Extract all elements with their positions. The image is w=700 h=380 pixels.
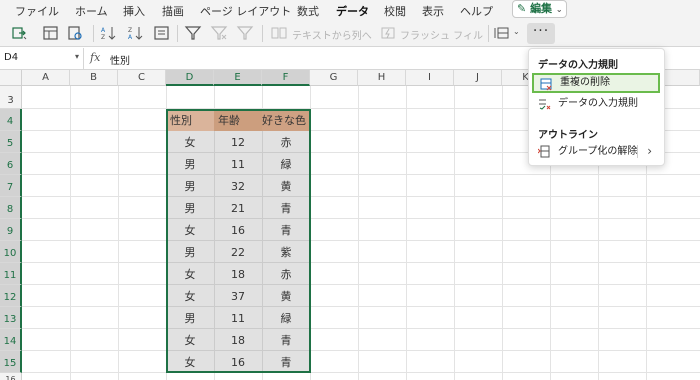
- menu-section-data-tools: データの入力規則: [538, 60, 618, 71]
- grid-line: [22, 284, 700, 285]
- chevron-down-icon[interactable]: ⌄: [513, 27, 520, 36]
- tab-help[interactable]: ヘルプ: [460, 3, 493, 19]
- toolbar-separator: [488, 25, 489, 42]
- toolbar-separator: [177, 25, 178, 42]
- flash-fill-icon[interactable]: [380, 25, 398, 41]
- column-header-j[interactable]: J: [454, 70, 502, 86]
- row-header-6[interactable]: 6: [0, 153, 22, 175]
- grid-line: [22, 174, 700, 175]
- edit-mode-label: 編集: [530, 2, 553, 15]
- row-header-13[interactable]: 13: [0, 307, 22, 329]
- row-header-3[interactable]: 3: [0, 86, 22, 109]
- refresh-icon[interactable]: [66, 25, 84, 41]
- toolbar-separator: [93, 25, 94, 42]
- ungroup-icon: [538, 145, 550, 158]
- sort-descending-icon[interactable]: ZA: [127, 25, 145, 41]
- text-to-columns-button[interactable]: テキストから列へ: [292, 27, 372, 42]
- tab-review[interactable]: 校閲: [384, 3, 406, 19]
- row-header-14[interactable]: 14: [0, 329, 22, 351]
- column-header-d[interactable]: D: [166, 70, 214, 86]
- ribbon-tabs: ファイル ホーム 挿入 描画 ページ レイアウト 数式 データ 校閲 表示 ヘル…: [0, 0, 700, 23]
- filter-icon[interactable]: [184, 25, 202, 41]
- row-header-4[interactable]: 4: [0, 109, 22, 131]
- row-header-12[interactable]: 12: [0, 285, 22, 307]
- clear-filter-icon[interactable]: [210, 25, 228, 41]
- data-validation-item[interactable]: データの入力規則: [532, 94, 660, 114]
- name-box-value: D4: [4, 52, 19, 63]
- remove-duplicates-icon: [540, 78, 552, 91]
- fx-icon[interactable]: fx: [90, 51, 100, 64]
- tab-formulas[interactable]: 数式: [297, 3, 319, 19]
- row-header-7[interactable]: 7: [0, 175, 22, 197]
- tab-view[interactable]: 表示: [422, 3, 444, 19]
- row-header-8[interactable]: 8: [0, 197, 22, 219]
- column-header-e[interactable]: E: [214, 70, 262, 86]
- svg-text:Z: Z: [101, 34, 105, 41]
- column-header-h[interactable]: H: [358, 70, 406, 86]
- name-box[interactable]: D4 ▾: [0, 48, 84, 69]
- grid-line: [22, 350, 700, 351]
- column-header-i[interactable]: I: [406, 70, 454, 86]
- text-to-columns-icon[interactable]: [270, 25, 288, 41]
- edit-mode-button[interactable]: ✎ 編集 ⌄: [512, 0, 567, 18]
- get-data-icon[interactable]: [10, 25, 28, 41]
- row-header-10[interactable]: 10: [0, 241, 22, 263]
- menu-section-outline: アウトライン: [538, 130, 598, 141]
- ungroup-item[interactable]: グループ化の解除 ›: [532, 142, 660, 162]
- select-all-corner[interactable]: [0, 70, 22, 86]
- grid-line: [22, 372, 700, 373]
- data-validation-label: データの入力規則: [558, 98, 638, 109]
- tab-draw[interactable]: 描画: [162, 3, 184, 19]
- column-header-c[interactable]: C: [118, 70, 166, 86]
- grid-line: [22, 196, 700, 197]
- remove-duplicates-label: 重複の削除: [560, 77, 610, 88]
- row-header-5[interactable]: 5: [0, 131, 22, 153]
- tab-page-layout[interactable]: ページ レイアウト: [200, 3, 291, 19]
- selection-range: [166, 109, 311, 373]
- toolbar-separator: [262, 25, 263, 42]
- row-header-9[interactable]: 9: [0, 219, 22, 241]
- column-header-a[interactable]: A: [22, 70, 70, 86]
- column-header-f[interactable]: F: [262, 70, 310, 86]
- reapply-filter-icon[interactable]: [236, 25, 254, 41]
- remove-duplicates-item[interactable]: 重複の削除: [532, 73, 660, 93]
- tab-insert[interactable]: 挿入: [123, 3, 145, 19]
- menu-item-separator: [637, 145, 638, 158]
- row-header-15[interactable]: 15: [0, 351, 22, 373]
- more-options-button[interactable]: ···: [527, 23, 555, 44]
- grid-line: [22, 328, 700, 329]
- sort-ascending-icon[interactable]: AZ: [100, 25, 118, 41]
- column-header-b[interactable]: B: [70, 70, 118, 86]
- svg-text:A: A: [101, 27, 106, 34]
- grid-line: [22, 306, 700, 307]
- svg-text:A: A: [128, 34, 133, 41]
- ribbon-toolbar: AZ ZA テキストから列へ フラッシュ フィル ⌄ ···: [0, 20, 700, 47]
- formula-input[interactable]: 性別: [110, 52, 130, 67]
- chevron-right-icon[interactable]: ›: [647, 142, 652, 161]
- row-header-16[interactable]: 16: [0, 373, 22, 380]
- pencil-icon: ✎: [517, 2, 527, 15]
- row-header-11[interactable]: 11: [0, 263, 22, 285]
- column-header-g[interactable]: G: [310, 70, 358, 86]
- ungroup-label: グループ化の解除: [558, 146, 638, 157]
- data-validation-icon: [539, 99, 551, 110]
- group-icon[interactable]: [494, 25, 512, 41]
- flash-fill-button[interactable]: フラッシュ フィル: [400, 27, 483, 42]
- tab-file[interactable]: ファイル: [15, 3, 59, 19]
- more-options-menu: データの入力規則 重複の削除 データの入力規則 アウトライン グループ化の解除 …: [528, 48, 665, 166]
- tab-data[interactable]: データ: [336, 3, 369, 23]
- grid-line: [22, 262, 700, 263]
- chevron-down-icon: ⌄: [555, 5, 563, 14]
- tab-home[interactable]: ホーム: [75, 3, 108, 19]
- grid-line: [22, 218, 700, 219]
- grid-line: [22, 240, 700, 241]
- svg-text:Z: Z: [128, 27, 132, 34]
- custom-sort-icon[interactable]: [153, 25, 171, 41]
- chevron-down-icon[interactable]: ▾: [75, 52, 79, 61]
- table-icon[interactable]: [42, 25, 60, 41]
